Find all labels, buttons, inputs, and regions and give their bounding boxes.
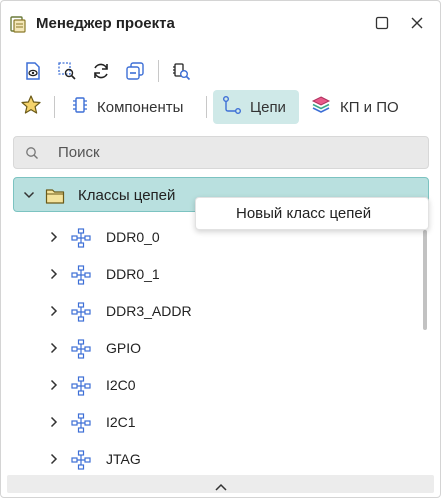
net-class-icon <box>71 450 91 475</box>
chevron-right-icon[interactable] <box>47 452 61 471</box>
tree-item[interactable]: DDR3_ADDR <box>1 293 411 330</box>
tab-bar: Компоненты Цепи КП и ПО <box>1 90 440 124</box>
tree-item-label: DDR0_1 <box>106 266 160 282</box>
close-icon[interactable] <box>409 15 425 31</box>
tree-item[interactable]: JTAG <box>1 441 411 478</box>
chevron-right-icon[interactable] <box>47 267 61 286</box>
chevron-right-icon[interactable] <box>47 304 61 323</box>
tab-nets-label: Цепи <box>250 98 286 116</box>
tab-divider <box>54 96 55 118</box>
search-icon <box>25 146 39 165</box>
net-trace-icon <box>222 95 242 119</box>
tab-components[interactable]: Компоненты <box>65 90 201 124</box>
chevron-right-icon[interactable] <box>47 378 61 397</box>
tree-item[interactable]: GPIO <box>1 330 411 367</box>
maximize-icon[interactable] <box>374 15 390 31</box>
tree-item[interactable]: I2C0 <box>1 367 411 404</box>
refresh-icon[interactable] <box>89 59 113 83</box>
window-title: Менеджер проекта <box>36 15 175 32</box>
net-class-icon <box>71 228 91 253</box>
tree-item-label: JTAG <box>106 451 141 467</box>
search-box <box>13 136 429 169</box>
chevron-right-icon[interactable] <box>47 415 61 434</box>
tree-item-label: DDR3_ADDR <box>106 303 192 319</box>
title-bar: Менеджер проекта <box>1 1 440 47</box>
layers-icon <box>310 94 332 120</box>
tree-item-label: I2C0 <box>106 377 136 393</box>
action-toolbar <box>1 56 440 86</box>
document-view-icon[interactable] <box>21 59 45 83</box>
tab-components-label: Компоненты <box>97 98 184 116</box>
collapse-icon[interactable] <box>123 59 147 83</box>
chevron-right-icon[interactable] <box>47 341 61 360</box>
zoom-select-icon[interactable] <box>55 59 79 83</box>
tree-item-label: GPIO <box>106 340 142 356</box>
project-manager-icon <box>9 15 27 33</box>
tree-item[interactable]: I2C1 <box>1 404 411 441</box>
tree-item-label: I2C1 <box>106 414 136 430</box>
tree-root-label: Классы цепей <box>78 187 176 204</box>
tab-nets[interactable]: Цепи <box>213 90 299 124</box>
star-icon <box>20 94 42 120</box>
tree-item-label: DDR0_0 <box>106 229 160 245</box>
chevron-right-icon[interactable] <box>47 230 61 249</box>
component-chip-icon <box>71 95 89 119</box>
tab-divider <box>206 96 207 118</box>
toolbar-divider <box>158 60 159 82</box>
chevron-down-icon[interactable] <box>22 188 36 207</box>
context-menu: Новый класс цепей <box>195 197 429 230</box>
tree-scrollbar[interactable] <box>423 230 427 330</box>
net-class-icon <box>71 339 91 364</box>
net-class-icon <box>71 265 91 290</box>
search-input[interactable] <box>58 137 418 168</box>
panel-collapse-bar[interactable] <box>7 475 434 493</box>
net-class-icon <box>71 376 91 401</box>
tab-favorites[interactable] <box>18 90 44 124</box>
net-class-icon <box>71 413 91 438</box>
tree-item[interactable]: DDR0_1 <box>1 256 411 293</box>
menu-item-new-net-class[interactable]: Новый класс цепей <box>196 198 428 229</box>
project-manager-panel: Менеджер проекта Компоненты Цепи КП и ПО… <box>0 0 441 498</box>
net-class-icon <box>71 302 91 327</box>
chevron-up-icon[interactable] <box>214 479 228 497</box>
tab-pcb-label: КП и ПО <box>340 98 399 116</box>
tab-pcb[interactable]: КП и ПО <box>306 90 414 124</box>
folder-icon <box>45 187 65 210</box>
find-component-icon[interactable] <box>169 59 193 83</box>
